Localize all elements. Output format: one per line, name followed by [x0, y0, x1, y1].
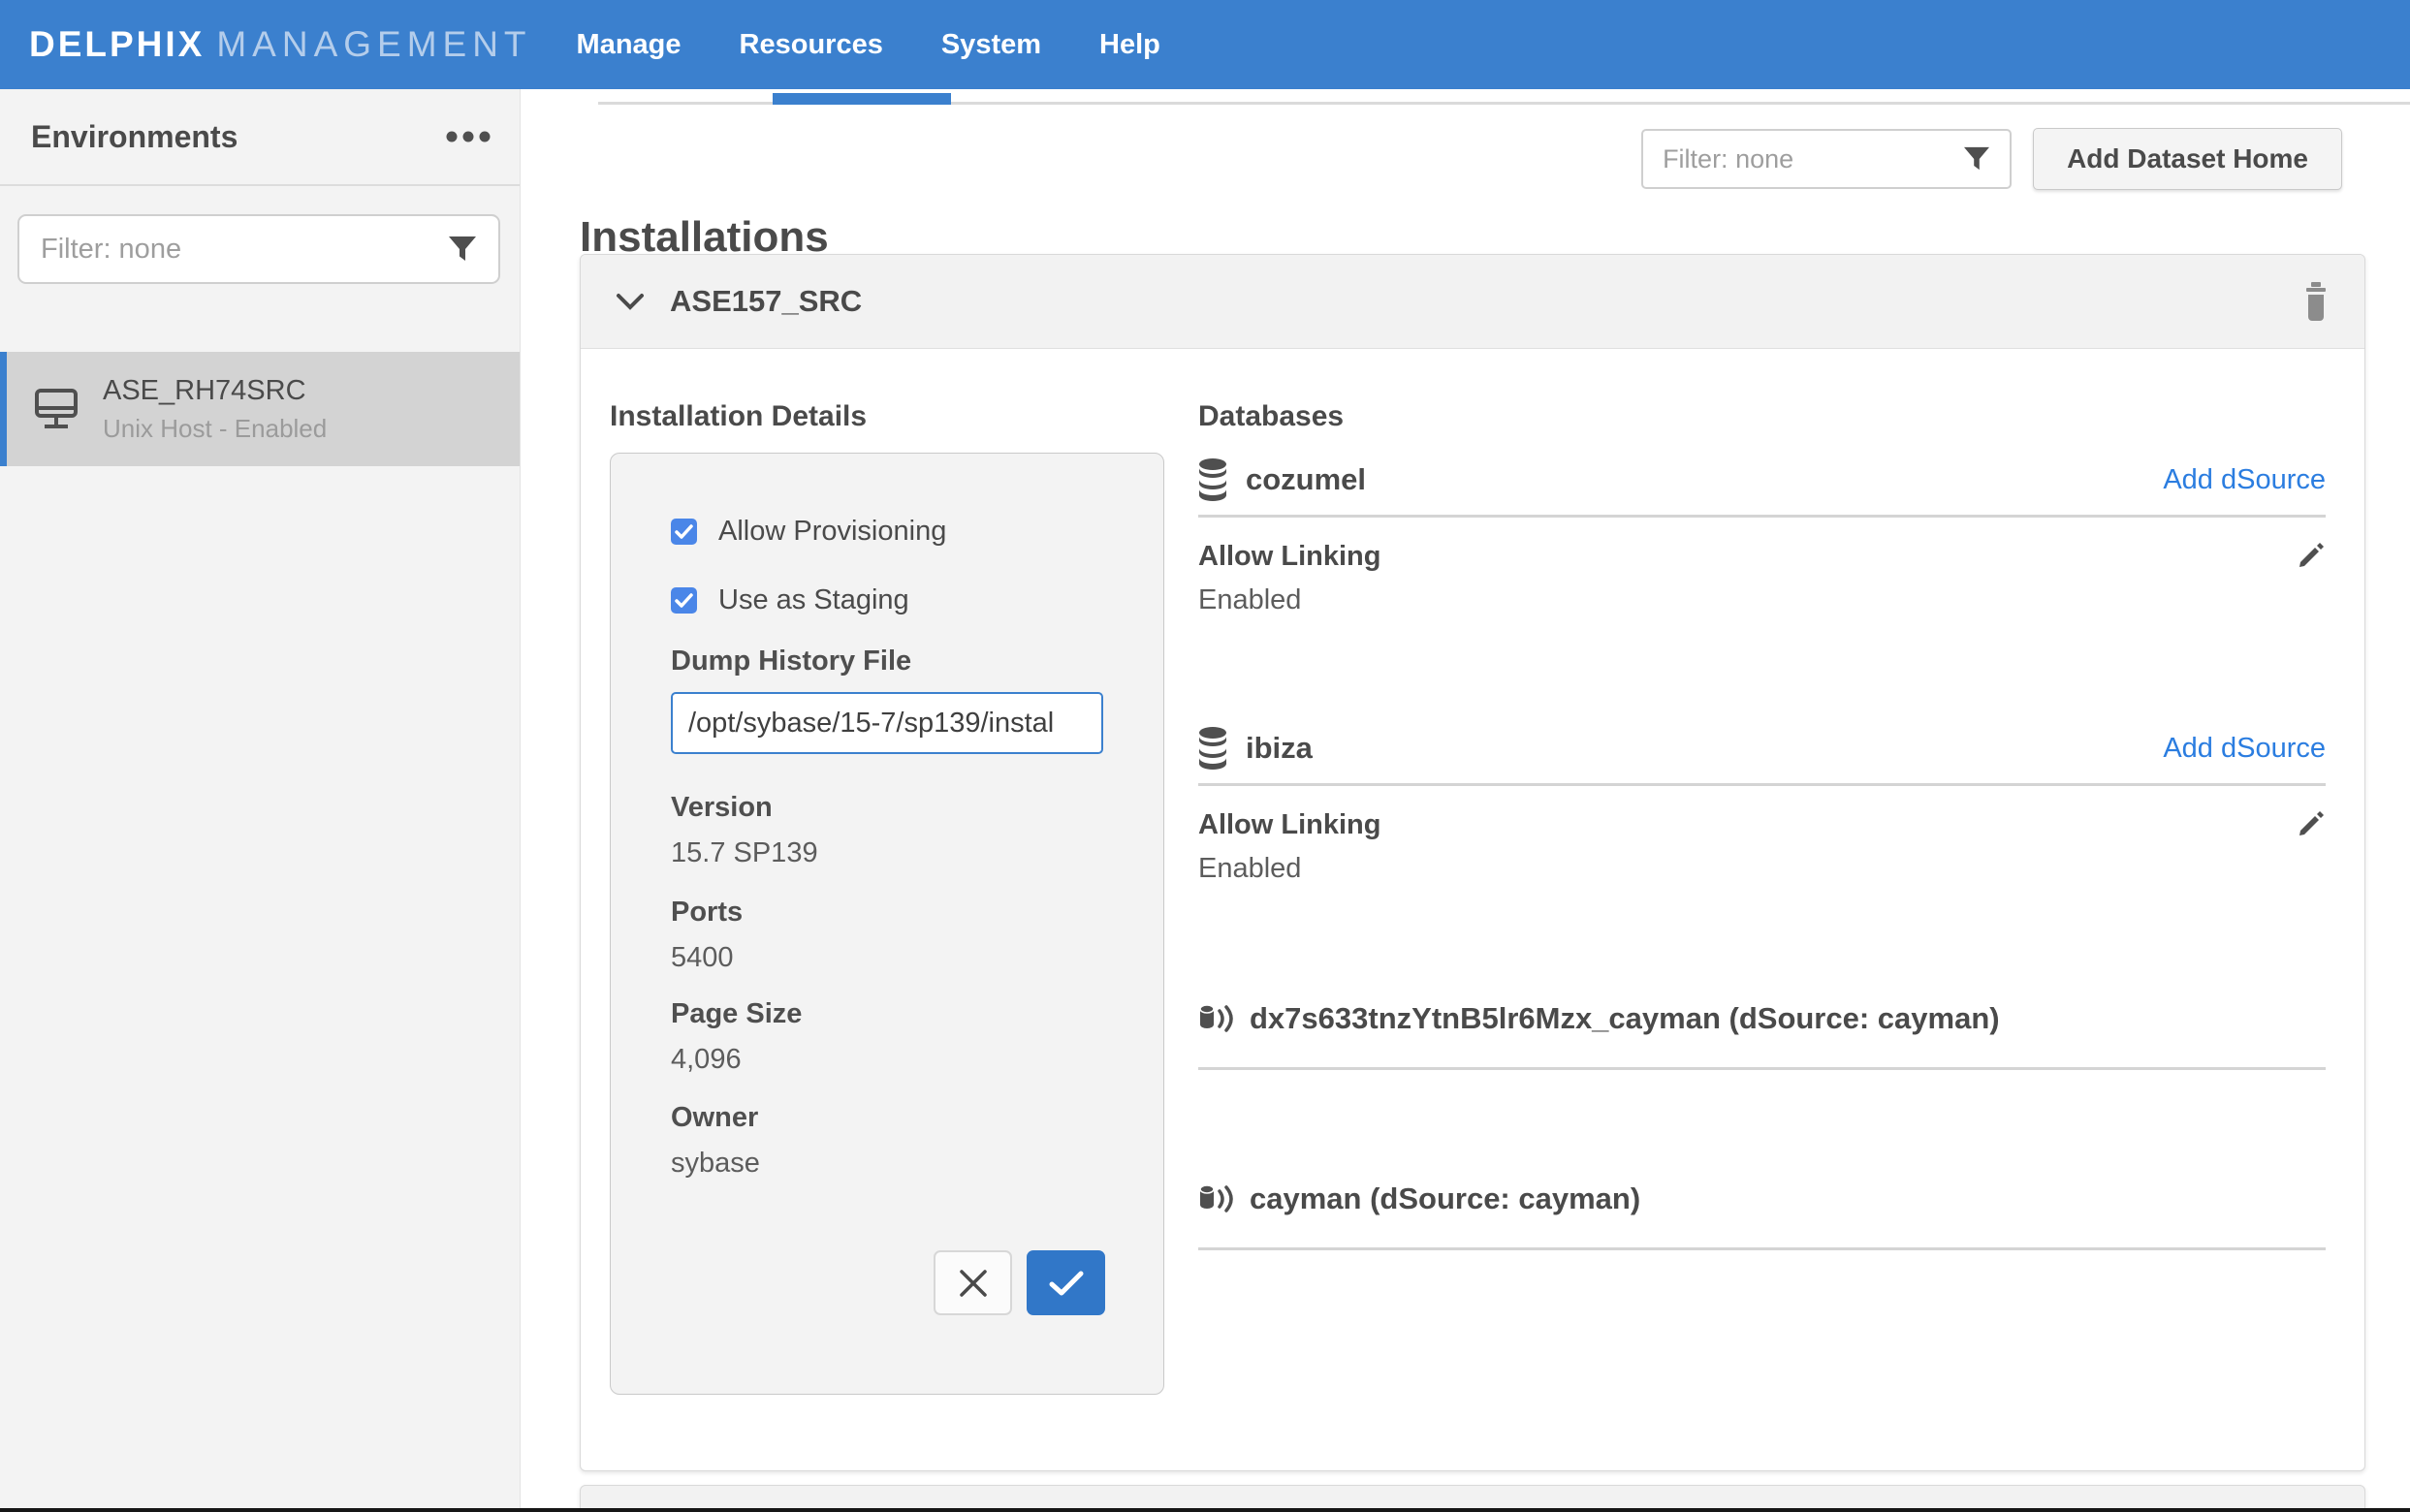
nav-item-help[interactable]: Help: [1099, 29, 1160, 61]
sidebar-item-environment[interactable]: ASE_RH74SRC Unix Host - Enabled: [0, 352, 520, 466]
chevron-down-icon[interactable]: [616, 293, 645, 311]
use-as-staging-row[interactable]: Use as Staging: [671, 584, 909, 616]
allow-linking-text: Allow Linking Enabled: [1198, 541, 1381, 616]
add-dsource-link[interactable]: Add dSource: [2163, 464, 2326, 496]
allow-linking-value: Enabled: [1198, 584, 1381, 616]
allow-provisioning-row[interactable]: Allow Provisioning: [671, 516, 946, 548]
confirm-button[interactable]: [1027, 1250, 1105, 1315]
version-value: 15.7 SP139: [671, 837, 818, 869]
filter-funnel-icon[interactable]: [1963, 146, 1990, 172]
databases-heading: Databases: [1198, 399, 2326, 434]
details-action-buttons: [934, 1250, 1105, 1315]
owner-field: Owner sybase: [671, 1102, 760, 1180]
brand-logo: DELPHIX MANAGEMENT: [29, 24, 532, 65]
nav-item-system[interactable]: System: [941, 29, 1041, 61]
database-cylinder-icon: [1198, 458, 1227, 501]
dsource-icon: [1198, 1181, 1233, 1216]
sidebar-header: Environments: [0, 89, 520, 186]
nav-items: Manage Resources System Help: [577, 29, 1160, 61]
allow-linking-label: Allow Linking: [1198, 809, 1381, 841]
database-name: cozumel: [1246, 462, 1366, 497]
database-cylinder-icon: [1198, 727, 1227, 770]
host-monitor-icon: [33, 388, 79, 430]
use-as-staging-checkbox[interactable]: [671, 587, 697, 614]
version-label: Version: [671, 792, 818, 824]
edit-pencil-icon[interactable]: [2297, 809, 2326, 838]
dump-history-file-input[interactable]: [671, 692, 1103, 754]
brand-secondary: MANAGEMENT: [216, 24, 531, 65]
header-actions: Add Dataset Home: [1641, 128, 2342, 190]
installation-name: ASE157_SRC: [670, 284, 862, 319]
sidebar-filter-box: [17, 214, 500, 284]
sidebar-title: Environments: [31, 119, 238, 155]
dsource-name: dx7s633tnzYtnB5lr6Mzx_cayman (dSource: c…: [1250, 1001, 2000, 1036]
allow-linking-label: Allow Linking: [1198, 541, 1381, 573]
dsource-row: cayman (dSource: cayman): [1198, 1178, 2326, 1220]
installation-card-body: Installation Details Allow Provisioning: [581, 349, 2364, 1471]
dsource-name: cayman (dSource: cayman): [1250, 1181, 1640, 1216]
installation-details-heading: Installation Details: [610, 399, 1164, 434]
delphix-management-app: DELPHIX MANAGEMENT Manage Resources Syst…: [0, 0, 2410, 1512]
environment-name: ASE_RH74SRC: [103, 375, 327, 407]
database-row-ibiza: ibiza Add dSource: [1198, 725, 2326, 772]
owner-value: sybase: [671, 1148, 760, 1180]
installation-details-column: Installation Details Allow Provisioning: [610, 399, 1164, 1395]
allow-linking-text: Allow Linking Enabled: [1198, 809, 1381, 885]
database-row-cozumel: cozumel Add dSource: [1198, 457, 2326, 503]
add-dataset-home-button[interactable]: Add Dataset Home: [2033, 128, 2342, 190]
cancel-button[interactable]: [934, 1250, 1012, 1315]
sidebar-filter-input[interactable]: [41, 234, 448, 266]
dsource-icon: [1198, 1001, 1233, 1036]
installation-details-panel: Allow Provisioning Use as Staging Dump H…: [610, 453, 1164, 1395]
nav-item-resources[interactable]: Resources: [740, 29, 883, 61]
environment-status: Unix Host - Enabled: [103, 414, 327, 444]
page-size-label: Page Size: [671, 998, 802, 1030]
allow-provisioning-label: Allow Provisioning: [718, 516, 946, 548]
environments-sidebar: Environments ASE_RH74SRC Uni: [0, 89, 521, 1512]
ports-value: 5400: [671, 942, 743, 974]
environment-text: ASE_RH74SRC Unix Host - Enabled: [103, 375, 327, 444]
main-content: Installations Add Dataset Home ASE157_SR…: [521, 105, 2410, 1512]
ellipsis-menu-icon[interactable]: [446, 131, 491, 142]
installations-filter-input[interactable]: [1663, 144, 1963, 174]
divider: [1198, 1247, 2326, 1250]
screen-bottom-edge: [0, 1508, 2410, 1512]
page-size-value: 4,096: [671, 1044, 802, 1076]
installation-card: ASE157_SRC Installation Details: [580, 254, 2365, 1471]
installation-card-header[interactable]: ASE157_SRC: [581, 255, 2364, 349]
top-nav: DELPHIX MANAGEMENT Manage Resources Syst…: [0, 0, 2410, 89]
ports-label: Ports: [671, 897, 743, 929]
owner-label: Owner: [671, 1102, 760, 1134]
database-name: ibiza: [1246, 731, 1313, 766]
installations-filter-box: [1641, 129, 2012, 189]
version-field: Version 15.7 SP139: [671, 792, 818, 869]
divider: [1198, 515, 2326, 518]
trash-icon[interactable]: [2302, 282, 2330, 321]
brand-primary: DELPHIX: [29, 24, 205, 65]
edit-pencil-icon[interactable]: [2297, 541, 2326, 570]
dump-history-file-label: Dump History File: [671, 646, 911, 677]
use-as-staging-label: Use as Staging: [718, 584, 909, 616]
page-size-field: Page Size 4,096: [671, 998, 802, 1076]
allow-linking-value: Enabled: [1198, 853, 1381, 885]
divider: [1198, 783, 2326, 786]
nav-item-manage[interactable]: Manage: [577, 29, 682, 61]
allow-provisioning-checkbox[interactable]: [671, 519, 697, 545]
dsource-row: dx7s633tnzYtnB5lr6Mzx_cayman (dSource: c…: [1198, 997, 2326, 1040]
add-dsource-link[interactable]: Add dSource: [2163, 733, 2326, 765]
databases-column: Databases cozumel Add dSource: [1198, 399, 2326, 1250]
ports-field: Ports 5400: [671, 897, 743, 974]
divider: [1198, 1067, 2326, 1070]
filter-funnel-icon[interactable]: [448, 236, 477, 263]
allow-linking-block: Allow Linking Enabled: [1198, 541, 2326, 616]
allow-linking-block: Allow Linking Enabled: [1198, 809, 2326, 885]
